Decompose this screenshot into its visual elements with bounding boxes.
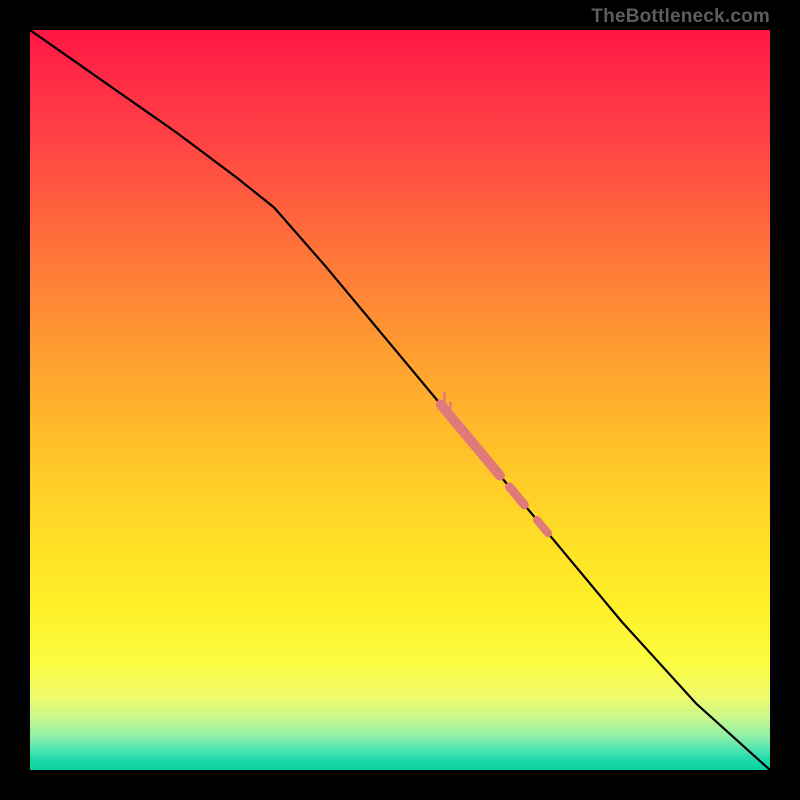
watermark-text: TheBottleneck.com (591, 6, 770, 28)
line-layer (30, 30, 770, 770)
chart-frame: TheBottleneck.com (0, 0, 800, 800)
highlight-segment (441, 393, 548, 533)
plot-area (30, 30, 770, 770)
bottleneck-curve (30, 30, 770, 770)
highlight-blob (537, 520, 548, 533)
highlight-blob (510, 487, 525, 505)
highlight-blob (441, 404, 500, 475)
